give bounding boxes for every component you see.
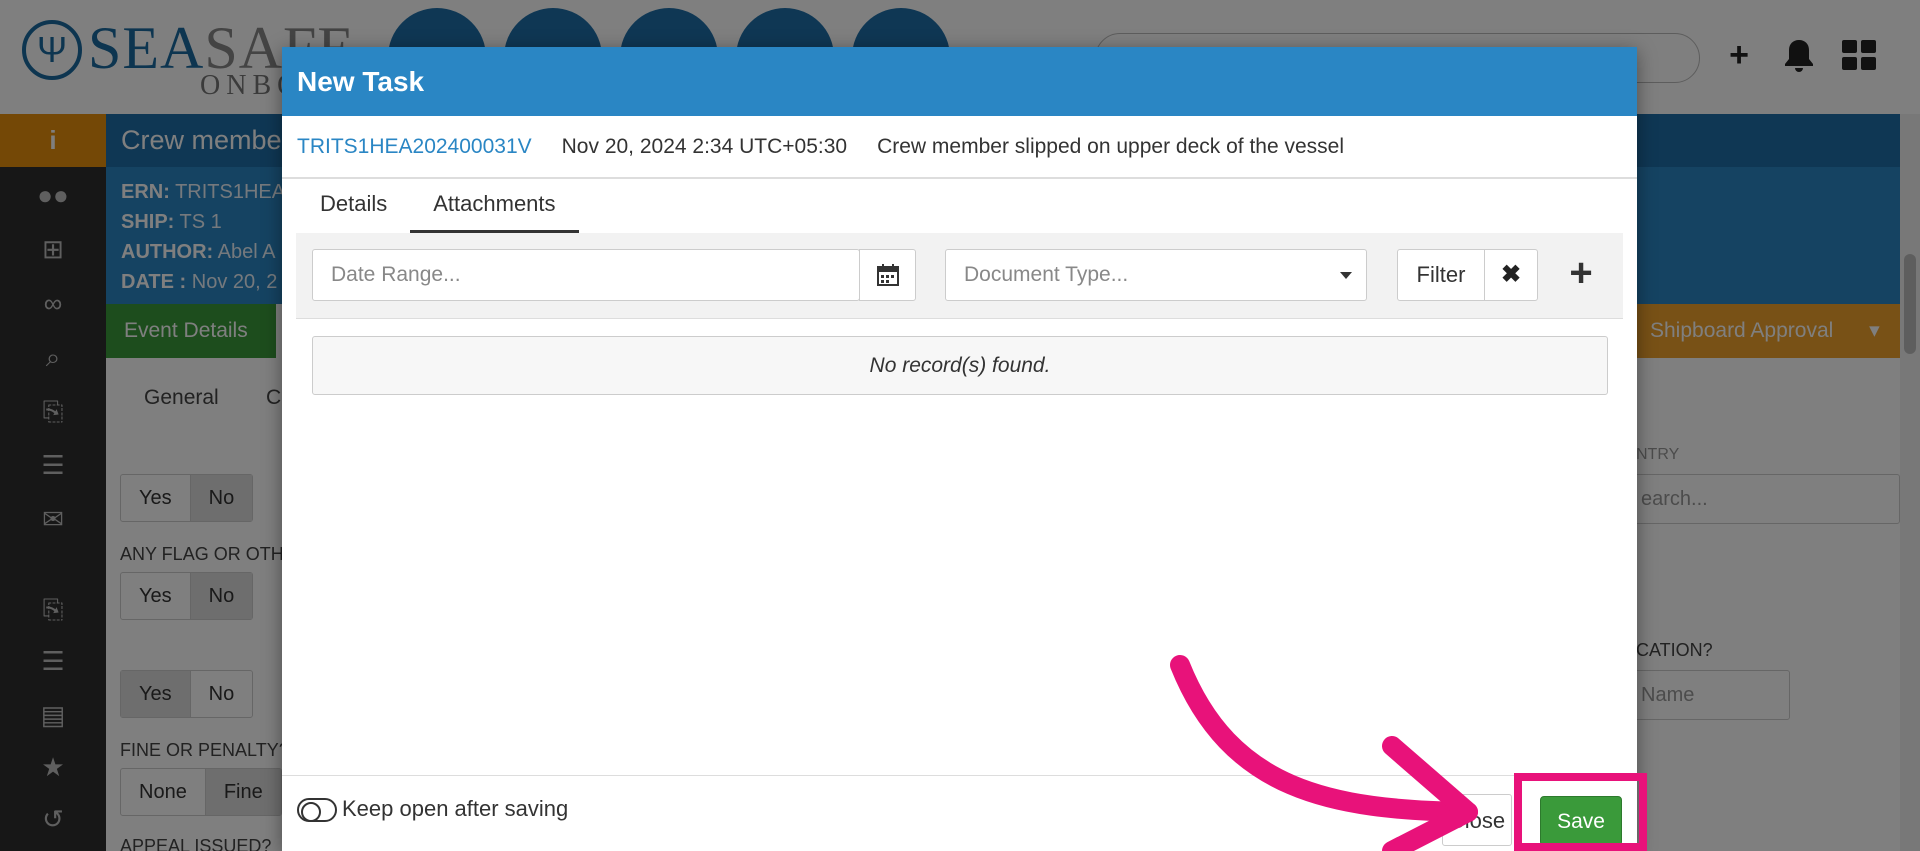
save-highlight-box: [1514, 773, 1647, 851]
annotation-arrow: [1170, 655, 1478, 851]
